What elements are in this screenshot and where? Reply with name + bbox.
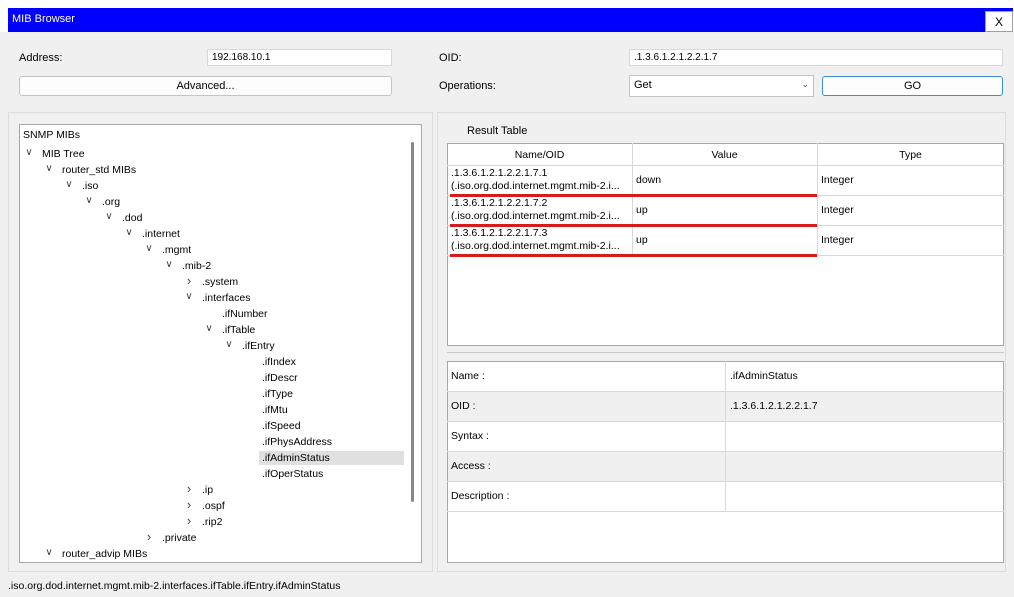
details-label: OID : — [451, 400, 476, 412]
chevron-right-icon[interactable]: › — [184, 481, 194, 496]
oid-field[interactable]: .1.3.6.1.2.1.2.2.1.7 — [629, 49, 1003, 66]
result-row-oid[interactable]: .1.3.6.1.2.1.2.2.1.7.3 (.iso.org.dod.inte… — [451, 227, 629, 255]
tree-item-ifentry[interactable]: .ifEntry — [242, 338, 275, 354]
chevron-right-icon[interactable]: › — [184, 497, 194, 512]
chevron-down-icon[interactable]: ∨ — [164, 259, 174, 270]
tree-item-ifmtu[interactable]: .ifMtu — [262, 402, 288, 418]
tree-item-ifphysaddress[interactable]: .ifPhysAddress — [262, 434, 332, 450]
highlight-underline — [450, 254, 817, 257]
tree-item-private[interactable]: .private — [162, 530, 196, 546]
chevron-down-icon[interactable]: ∨ — [64, 179, 74, 190]
operations-value: Get — [634, 79, 652, 91]
tree-item-ifspeed[interactable]: .ifSpeed — [262, 418, 301, 434]
chevron-down-icon[interactable]: ∨ — [44, 163, 54, 174]
tree-item-iftable[interactable]: .ifTable — [222, 322, 255, 338]
oid-label: OID: — [439, 52, 462, 64]
details-value — [730, 421, 1000, 451]
tree-item-interfaces[interactable]: .interfaces — [202, 290, 250, 306]
chevron-down-icon[interactable]: ∨ — [124, 227, 134, 238]
tree-item-internet[interactable]: .internet — [142, 226, 180, 242]
tree-item-rip2[interactable]: .rip2 — [202, 514, 222, 530]
tree-item-router-std-mibs[interactable]: router_std MIBs — [62, 162, 136, 178]
details-label: Description : — [451, 490, 510, 502]
chevron-down-icon[interactable]: ∨ — [104, 211, 114, 222]
tree-item-router-advip-mibs[interactable]: router_advip MIBs — [62, 546, 147, 562]
titlebar-background — [8, 8, 1013, 32]
advanced-button[interactable]: Advanced... — [19, 76, 392, 96]
address-label: Address: — [19, 52, 63, 64]
tree-item-mgmt[interactable]: .mgmt — [162, 242, 191, 258]
details-value — [730, 481, 1000, 511]
tree-item-ip[interactable]: .ip — [202, 482, 213, 498]
tree-item-system[interactable]: .system — [202, 274, 238, 290]
result-row-type[interactable]: Integer — [821, 196, 1001, 225]
tree-item-ifoperstatus[interactable]: .ifOperStatus — [262, 466, 323, 482]
tree-item-ospf[interactable]: .ospf — [202, 498, 225, 514]
address-field[interactable]: 192.168.10.1 — [207, 49, 392, 66]
result-row-value[interactable]: up — [636, 226, 816, 255]
tree-scrollbar[interactable] — [411, 142, 414, 502]
chevron-down-icon[interactable]: ∨ — [84, 195, 94, 206]
details-label: Syntax : — [451, 430, 489, 442]
result-row-type[interactable]: Integer — [821, 166, 1001, 195]
result-header-value[interactable]: Value — [632, 144, 817, 166]
tree-item-mib-2[interactable]: .mib-2 — [182, 258, 211, 274]
chevron-down-icon[interactable]: ∨ — [144, 243, 154, 254]
chevron-down-icon[interactable]: ∨ — [224, 339, 234, 350]
row-name-text: (.iso.org.dod.internet.mgmt.mib-2.i... — [451, 179, 620, 192]
result-row-type[interactable]: Integer — [821, 226, 1001, 255]
row-oid-text: .1.3.6.1.2.1.2.2.1.7.1 — [451, 167, 548, 179]
tree-item-ifindex[interactable]: .ifIndex — [262, 354, 296, 370]
operations-label: Operations: — [439, 80, 496, 92]
chevron-right-icon[interactable]: › — [184, 273, 194, 288]
window-title: MIB Browser — [12, 13, 75, 25]
tree-item-dod[interactable]: .dod — [122, 210, 142, 226]
close-button[interactable]: X — [985, 11, 1013, 32]
tree-item-org[interactable]: .org — [102, 194, 120, 210]
result-row-value[interactable]: down — [636, 166, 816, 195]
tree-item-iftype[interactable]: .ifType — [262, 386, 293, 402]
details-label: Name : — [451, 370, 485, 382]
go-button[interactable]: GO — [822, 76, 1003, 96]
column-divider — [817, 143, 818, 255]
chevron-down-icon[interactable]: ∨ — [24, 147, 34, 158]
chevron-right-icon[interactable]: › — [184, 513, 194, 528]
row-name-text: (.iso.org.dod.internet.mgmt.mib-2.i... — [451, 209, 620, 222]
operations-select[interactable]: Get ⌄ — [629, 75, 814, 97]
result-header-name-oid[interactable]: Name/OID — [447, 144, 632, 166]
result-row-oid[interactable]: .1.3.6.1.2.1.2.2.1.7.1 (.iso.org.dod.inte… — [451, 167, 629, 195]
chevron-down-icon[interactable]: ∨ — [184, 291, 194, 302]
result-table-title: Result Table — [467, 125, 528, 137]
chevron-down-icon: ⌄ — [801, 79, 809, 89]
details-column-divider — [725, 361, 726, 511]
panel-divider — [447, 352, 1004, 353]
details-value: .ifAdminStatus — [730, 370, 798, 382]
chevron-down-icon[interactable]: ∨ — [44, 547, 54, 558]
result-header-type[interactable]: Type — [817, 144, 1004, 166]
row-name-text: (.iso.org.dod.internet.mgmt.mib-2.i... — [451, 239, 620, 252]
row-oid-text: .1.3.6.1.2.1.2.2.1.7.2 — [451, 197, 548, 209]
tree-item-ifnumber[interactable]: .ifNumber — [222, 306, 268, 322]
chevron-right-icon[interactable]: › — [144, 529, 154, 544]
tree-item-ifadminstatus[interactable]: .ifAdminStatus — [262, 450, 330, 466]
tree-item-mib-tree[interactable]: MIB Tree — [42, 146, 85, 162]
details-divider — [447, 511, 1004, 512]
result-row-value[interactable]: up — [636, 196, 816, 225]
tree-root-label: SNMP MIBs — [23, 129, 80, 141]
details-label: Access : — [451, 460, 491, 472]
row-oid-text: .1.3.6.1.2.1.2.2.1.7.3 — [451, 227, 548, 239]
status-bar-path: .iso.org.dod.internet.mgmt.mib-2.interfa… — [8, 580, 341, 592]
tree-item-iso[interactable]: .iso — [82, 178, 98, 194]
tree-item-ifdescr[interactable]: .ifDescr — [262, 370, 298, 386]
column-divider — [632, 143, 633, 255]
result-row-oid[interactable]: .1.3.6.1.2.1.2.2.1.7.2 (.iso.org.dod.inte… — [451, 197, 629, 225]
details-value: .1.3.6.1.2.1.2.2.1.7 — [730, 400, 818, 412]
chevron-down-icon[interactable]: ∨ — [204, 323, 214, 334]
window-titlebar: MIB Browser X — [0, 0, 1014, 32]
details-value — [730, 451, 1000, 481]
